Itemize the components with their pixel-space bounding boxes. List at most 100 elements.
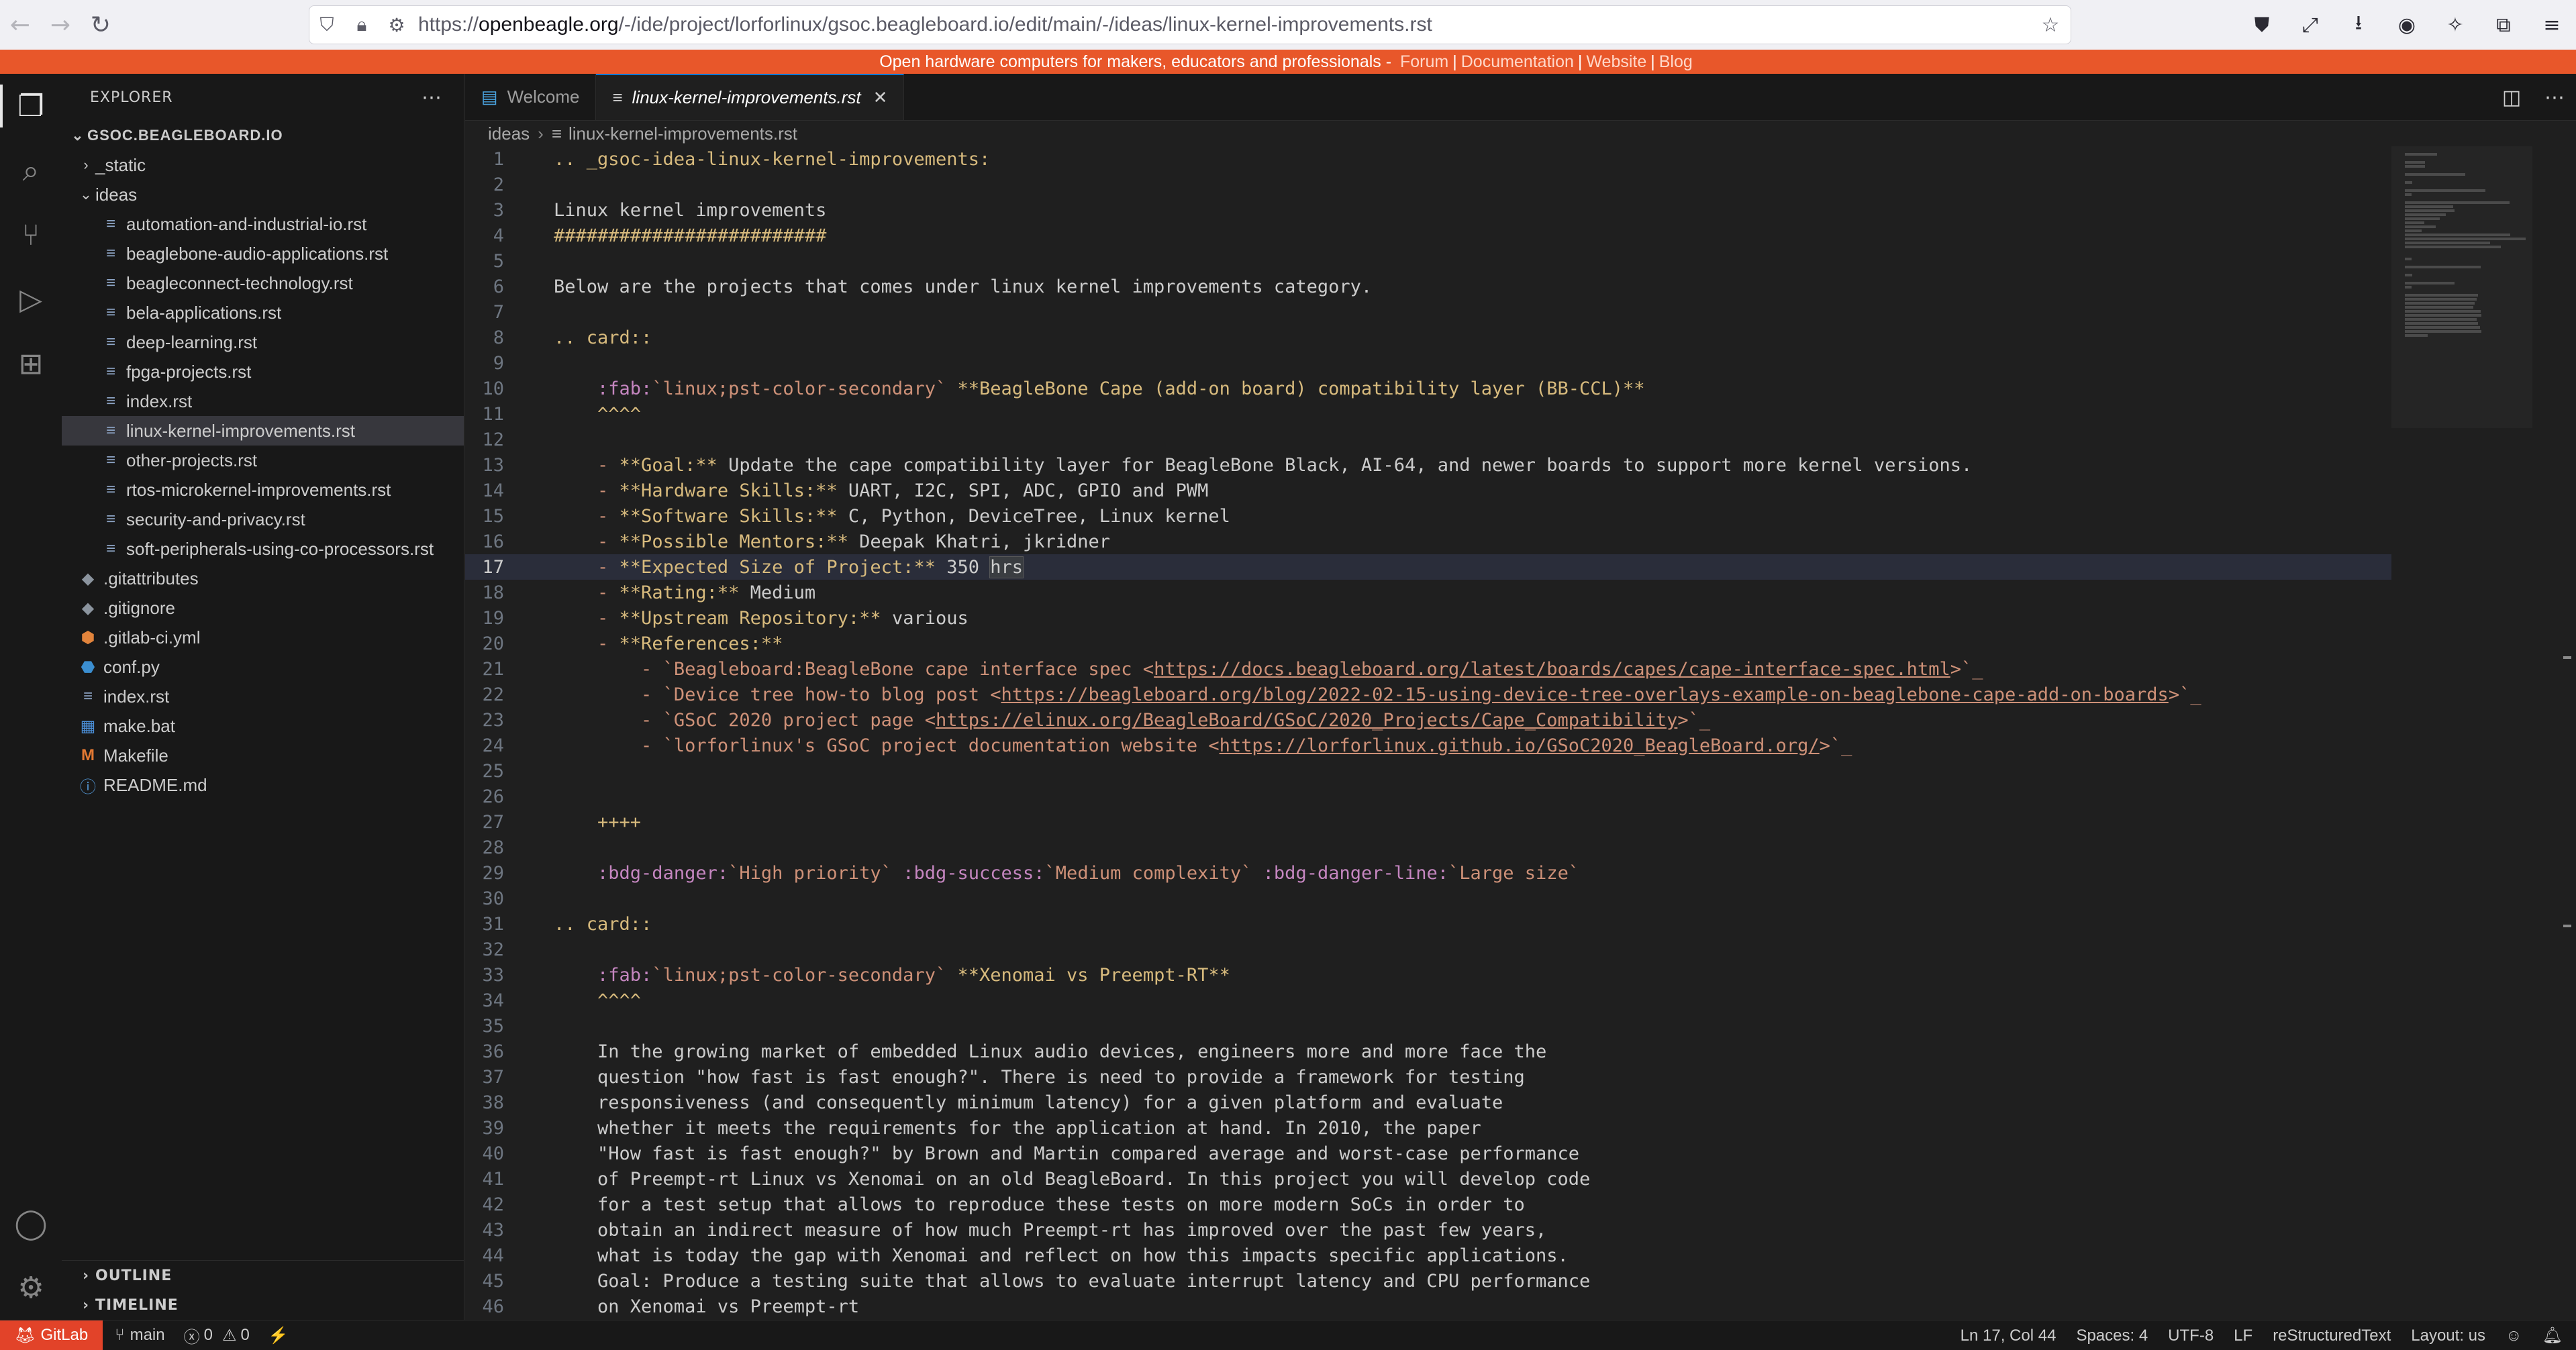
code-line[interactable]: 7 bbox=[465, 299, 2391, 325]
outline-panel[interactable]: › OUTLINE bbox=[62, 1261, 464, 1290]
encoding[interactable]: UTF-8 bbox=[2168, 1327, 2214, 1345]
lock-icon[interactable]: 🔒︎ bbox=[344, 13, 379, 36]
extension-icon[interactable]: ✧ bbox=[2431, 13, 2479, 37]
menu-icon[interactable]: ≡ bbox=[2528, 13, 2576, 37]
url-text[interactable]: https://openbeagle.org/-/ide/project/lor… bbox=[418, 13, 2030, 36]
language-mode[interactable]: reStructuredText bbox=[2273, 1327, 2391, 1345]
tree-file[interactable]: ≡ linux-kernel-improvements.rst bbox=[62, 416, 464, 446]
code-line[interactable]: 4 ######################### bbox=[465, 223, 2391, 248]
feedback-icon[interactable]: ☺ bbox=[2506, 1327, 2522, 1345]
banner-link-website[interactable]: Website bbox=[1586, 52, 1646, 71]
code-line[interactable]: 31 .. card:: bbox=[465, 911, 2391, 937]
banner-link-blog[interactable]: Blog bbox=[1659, 52, 1693, 71]
tracking-shield-icon[interactable]: ⛉ bbox=[309, 13, 344, 36]
forward-icon[interactable]: → bbox=[40, 0, 81, 50]
code-line[interactable]: 11 ^^^^ bbox=[465, 401, 2391, 427]
code-line[interactable]: 38 responsiveness (and consequently mini… bbox=[465, 1090, 2391, 1115]
accounts-icon[interactable]: ◯ bbox=[0, 1191, 62, 1255]
code-line[interactable]: 37 question "how fast is fast enough?". … bbox=[465, 1064, 2391, 1090]
address-bar[interactable]: ⛉ 🔒︎ ⚙ https://openbeagle.org/-/ide/proj… bbox=[309, 5, 2071, 44]
code-editor[interactable]: 1 .. _gsoc-idea-linux-kernel-improvements… bbox=[465, 146, 2391, 1320]
tree-folder[interactable]: ⌄ ideas bbox=[62, 180, 464, 209]
tree-file[interactable]: ≡ security-and-privacy.rst bbox=[62, 505, 464, 534]
tree-file[interactable]: ≡ index.rst bbox=[62, 682, 464, 711]
code-line[interactable]: 25 bbox=[465, 758, 2391, 784]
banner-link-forum[interactable]: Forum bbox=[1400, 52, 1448, 71]
code-line[interactable]: 1 .. _gsoc-idea-linux-kernel-improvements… bbox=[465, 146, 2391, 172]
code-line[interactable]: 9 bbox=[465, 350, 2391, 376]
run-debug-icon[interactable]: ▷ bbox=[0, 267, 62, 331]
bookmark-star-icon[interactable]: ☆ bbox=[2030, 13, 2071, 37]
tree-file[interactable]: ≡ bela-applications.rst bbox=[62, 298, 464, 327]
code-line[interactable]: 27 ++++ bbox=[465, 809, 2391, 835]
indentation[interactable]: Spaces: 4 bbox=[2076, 1327, 2148, 1345]
code-line[interactable]: 35 bbox=[465, 1013, 2391, 1039]
more-actions-icon[interactable]: ⋯ bbox=[2533, 86, 2576, 109]
tab-linux-kernel-improvements[interactable]: ≡ linux-kernel-improvements.rst ✕ bbox=[596, 74, 905, 120]
code-line[interactable]: 44 what is today the gap with Xenomai an… bbox=[465, 1243, 2391, 1268]
banner-link-documentation[interactable]: Documentation bbox=[1461, 52, 1574, 71]
tab-welcome[interactable]: ▤ Welcome bbox=[465, 74, 597, 120]
code-line[interactable]: 19 - **Upstream Repository:** various bbox=[465, 605, 2391, 631]
account-icon[interactable]: ◉ bbox=[2383, 13, 2431, 37]
tree-file[interactable]: ≡ beaglebone-audio-applications.rst bbox=[62, 239, 464, 268]
puzzle-icon[interactable]: ⧉ bbox=[2479, 13, 2528, 37]
code-line[interactable]: 13 - **Goal:** Update the cape compatibi… bbox=[465, 452, 2391, 478]
keyboard-layout[interactable]: Layout: us bbox=[2411, 1327, 2485, 1345]
minimap[interactable] bbox=[2391, 146, 2532, 1320]
code-line[interactable]: 28 bbox=[465, 835, 2391, 860]
code-line[interactable]: 39 whether it meets the requirements for… bbox=[465, 1115, 2391, 1141]
tree-file[interactable]: ≡ index.rst bbox=[62, 386, 464, 416]
code-line[interactable]: 42 for a test setup that allows to repro… bbox=[465, 1192, 2391, 1217]
code-line[interactable]: 12 bbox=[465, 427, 2391, 452]
explorer-icon[interactable]: ❐ bbox=[0, 74, 62, 138]
code-line[interactable]: 21 - `Beagleboard:BeagleBone cape interf… bbox=[465, 656, 2391, 682]
code-line[interactable]: 33 :fab:`linux;pst-color-secondary` **Xe… bbox=[465, 962, 2391, 988]
code-line[interactable]: 8 .. card:: bbox=[465, 325, 2391, 350]
end-of-line[interactable]: LF bbox=[2234, 1327, 2252, 1345]
tree-file[interactable]: ≡ automation-and-industrial-io.rst bbox=[62, 209, 464, 239]
tree-file[interactable]: ◆ .gitignore bbox=[62, 593, 464, 623]
code-line[interactable]: 46 on Xenomai vs Preempt-rt bbox=[465, 1294, 2391, 1319]
workspace-root[interactable]: ⌄ GSOC.BEAGLEBOARD.IO bbox=[62, 121, 464, 150]
tree-folder[interactable]: › _static bbox=[62, 150, 464, 180]
broadcast-icon[interactable]: ⚡ bbox=[268, 1326, 289, 1345]
tree-file[interactable]: ⓘ README.md bbox=[62, 770, 464, 800]
tree-file[interactable]: ≡ rtos-microkernel-improvements.rst bbox=[62, 475, 464, 505]
code-line[interactable]: 26 bbox=[465, 784, 2391, 809]
pocket-icon[interactable]: ⛊ bbox=[2238, 13, 2286, 37]
code-line[interactable]: 20 - **References:** bbox=[465, 631, 2391, 656]
code-line[interactable]: 16 - **Possible Mentors:** Deepak Khatri… bbox=[465, 529, 2391, 554]
fullscreen-icon[interactable]: ⤢ bbox=[2286, 13, 2334, 37]
code-line[interactable]: 32 bbox=[465, 937, 2391, 962]
code-line[interactable]: 10 :fab:`linux;pst-color-secondary` **Be… bbox=[465, 376, 2391, 401]
reload-icon[interactable]: ↻ bbox=[81, 0, 121, 50]
code-line[interactable]: 41 of Preempt-rt Linux vs Xenomai on an … bbox=[465, 1166, 2391, 1192]
problems-indicator[interactable]: ⓧ 0 ⚠ 0 bbox=[184, 1324, 250, 1347]
notifications-bell-icon[interactable]: 🔔︎ bbox=[2542, 1326, 2563, 1345]
tree-file[interactable]: ≡ beagleconnect-technology.rst bbox=[62, 268, 464, 298]
code-line[interactable]: 15 - **Software Skills:** C, Python, Dev… bbox=[465, 503, 2391, 529]
permissions-icon[interactable]: ⚙ bbox=[379, 14, 414, 36]
code-line[interactable]: 30 bbox=[465, 886, 2391, 911]
split-editor-icon[interactable]: ◫ bbox=[2490, 86, 2533, 109]
tree-file[interactable]: ▦ make.bat bbox=[62, 711, 464, 741]
code-line[interactable]: 14 - **Hardware Skills:** UART, I2C, SPI… bbox=[465, 478, 2391, 503]
more-actions-icon[interactable]: ⋯ bbox=[422, 86, 442, 109]
extensions-icon[interactable]: ⊞ bbox=[0, 331, 62, 396]
source-control-icon[interactable]: ⑂ bbox=[0, 203, 62, 267]
branch-indicator[interactable]: ⑂ main bbox=[115, 1326, 164, 1345]
code-line[interactable]: 45 Goal: Produce a testing suite that al… bbox=[465, 1268, 2391, 1294]
code-line[interactable]: 5 bbox=[465, 248, 2391, 274]
manage-gear-icon[interactable]: ⚙ bbox=[0, 1255, 62, 1320]
code-line[interactable]: 3 Linux kernel improvements bbox=[465, 197, 2391, 223]
tree-file[interactable]: ≡ other-projects.rst bbox=[62, 446, 464, 475]
tree-file[interactable]: ⬢ .gitlab-ci.yml bbox=[62, 623, 464, 652]
tree-file[interactable]: M Makefile bbox=[62, 741, 464, 770]
code-line[interactable]: 40 "How fast is fast enough?" by Brown a… bbox=[465, 1141, 2391, 1166]
tree-file[interactable]: ≡ soft-peripherals-using-co-processors.rs… bbox=[62, 534, 464, 564]
code-line[interactable]: 29 :bdg-danger:`High priority` :bdg-succ… bbox=[465, 860, 2391, 886]
back-icon[interactable]: ← bbox=[0, 0, 40, 50]
tree-file[interactable]: ≡ deep-learning.rst bbox=[62, 327, 464, 357]
downloads-icon[interactable]: ⭳ bbox=[2334, 8, 2383, 42]
